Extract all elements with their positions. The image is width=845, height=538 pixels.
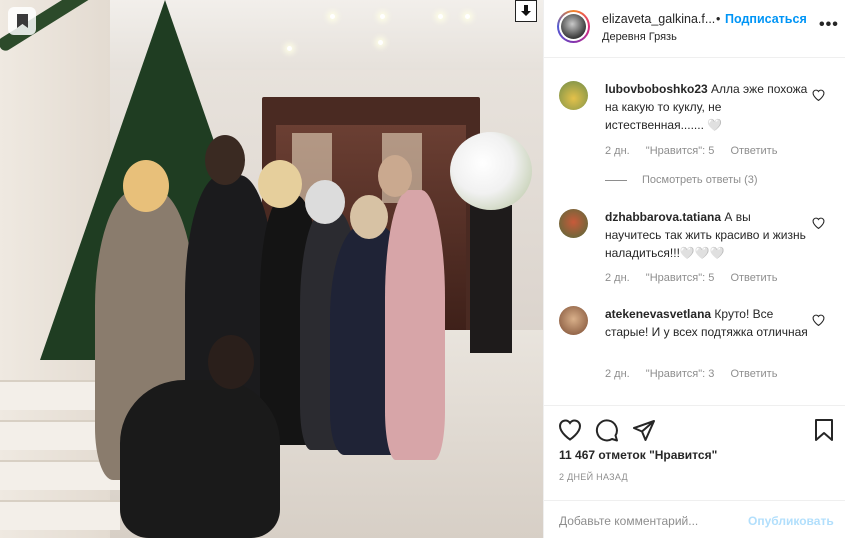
reply-button[interactable]: Ответить [730, 368, 777, 380]
avatar[interactable] [557, 10, 590, 43]
comment-username[interactable]: dzhabbarova.tatiana [605, 210, 721, 224]
comment-username[interactable]: atekenevasvetlana [605, 307, 711, 321]
post-photo[interactable] [0, 0, 543, 538]
comment-age: 2 дн. [605, 145, 630, 157]
comment-text: dzhabbarova.tatiana А вы научитесь так ж… [605, 208, 810, 262]
separator-dot: • [716, 12, 721, 26]
add-comment-bar: Добавьте комментарий... Опубликовать [544, 500, 845, 538]
comment: lubovboboshko23 Алла эже похожа на какую… [544, 78, 845, 188]
ceiling-light [465, 14, 470, 19]
comment-meta: 2 дн. "Нравится": 3 Ответить [605, 368, 790, 380]
download-button[interactable] [515, 0, 537, 22]
photo-person-head [305, 180, 345, 224]
heart-icon[interactable] [812, 217, 825, 229]
photo-pillar [470, 205, 512, 353]
comment: atekenevasvetlana Круто! Все старые! И у… [544, 303, 845, 383]
comment-likes[interactable]: "Нравится": 5 [646, 272, 715, 284]
follow-button[interactable]: Подписаться [725, 12, 807, 26]
comment-meta: 2 дн. "Нравится": 5 Ответить [605, 272, 790, 284]
post-date: 2 ДНЕЙ НАЗАД [559, 472, 628, 482]
heart-icon[interactable] [812, 314, 825, 326]
heart-icon[interactable] [558, 418, 582, 442]
comment-likes[interactable]: "Нравится": 3 [646, 368, 715, 380]
comment-text: lubovboboshko23 Алла эже похожа на какую… [605, 80, 810, 134]
bookmark-icon[interactable] [812, 418, 836, 442]
likes-count[interactable]: 11 467 отметок "Нравится" [559, 448, 717, 462]
comment-icon[interactable] [595, 418, 619, 442]
post-location[interactable]: Деревня Грязь [602, 31, 677, 43]
post-username[interactable]: elizaveta_galkina.f... [602, 12, 715, 26]
photo-person-head [123, 160, 169, 212]
heart-icon[interactable] [812, 89, 825, 101]
comment-avatar[interactable] [559, 81, 588, 110]
ceiling-light [330, 14, 335, 19]
view-replies-label: Посмотреть ответы (3) [642, 174, 758, 186]
comment-input[interactable]: Добавьте комментарий... [559, 514, 698, 528]
photo-person-head [258, 160, 302, 208]
comment-avatar[interactable] [559, 306, 588, 335]
reply-button[interactable]: Ответить [730, 272, 777, 284]
photo-person [385, 190, 445, 460]
post-side-panel: elizaveta_galkina.f... • Подписаться Дер… [543, 0, 845, 538]
bookmark-icon [16, 14, 28, 28]
comment-username[interactable]: lubovboboshko23 [605, 82, 708, 96]
comment-likes[interactable]: "Нравится": 5 [646, 145, 715, 157]
photo-person-head [205, 135, 245, 185]
ceiling-light [438, 14, 443, 19]
comment-meta: 2 дн. "Нравится": 5 Ответить [605, 145, 790, 157]
download-icon [521, 5, 531, 16]
photo-person [120, 380, 280, 538]
photo-save-badge[interactable] [8, 7, 36, 35]
post-actions: 11 467 отметок "Нравится" 2 ДНЕЙ НАЗАД Д… [544, 405, 845, 538]
ceiling-light [380, 14, 385, 19]
publish-button[interactable]: Опубликовать [748, 514, 834, 528]
comment-age: 2 дн. [605, 272, 630, 284]
post-header: elizaveta_galkina.f... • Подписаться Дер… [544, 0, 845, 58]
comment-text: atekenevasvetlana Круто! Все старые! И у… [605, 305, 810, 341]
comment-age: 2 дн. [605, 368, 630, 380]
photo-person-head [378, 155, 412, 197]
more-options-icon[interactable]: ••• [819, 16, 839, 34]
view-replies-button[interactable]: Посмотреть ответы (3) [605, 174, 758, 186]
photo-flowers [450, 132, 532, 210]
photo-person-head [208, 335, 254, 389]
ceiling-light [378, 40, 383, 45]
comment-avatar[interactable] [559, 209, 588, 238]
photo-person-head [350, 195, 388, 239]
comment: dzhabbarova.tatiana А вы научитесь так ж… [544, 206, 845, 286]
share-icon[interactable] [632, 418, 656, 442]
reply-button[interactable]: Ответить [730, 145, 777, 157]
